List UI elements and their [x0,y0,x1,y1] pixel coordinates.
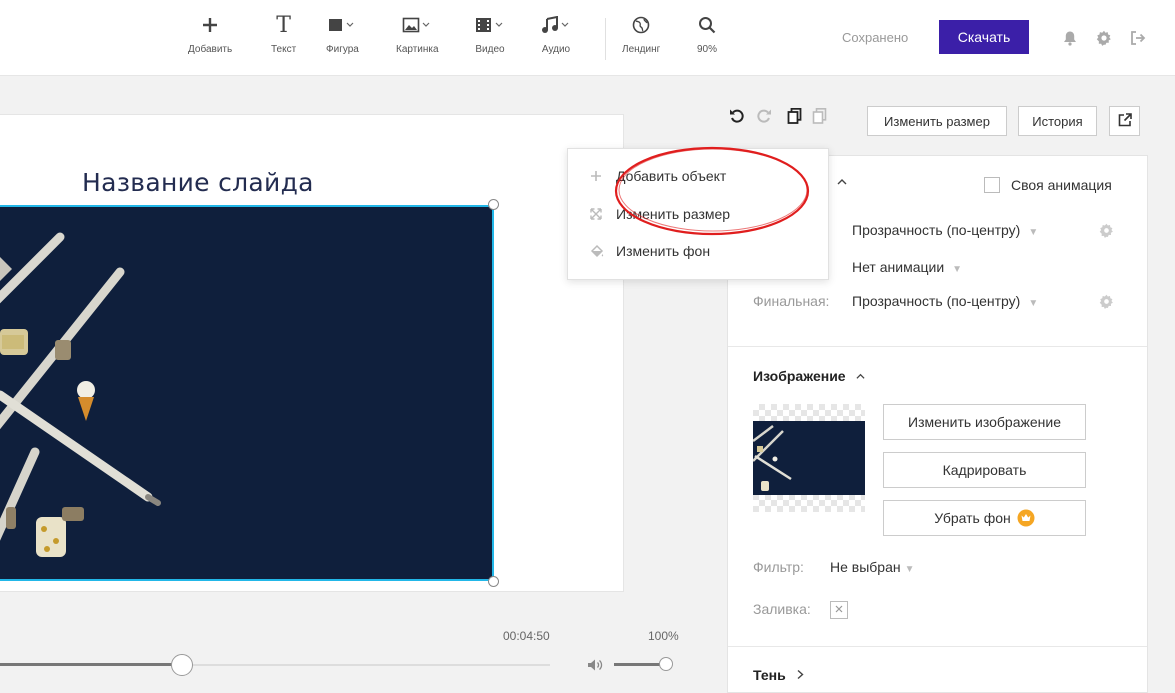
context-change-background-label: Изменить фон [616,243,711,259]
custom-animation-label: Своя анимация [1011,177,1112,193]
close-icon [834,603,844,617]
shadow-section-title: Тень [753,667,786,683]
open-external-button[interactable] [1109,106,1140,136]
volume-icon[interactable] [587,658,603,677]
fill-color-swatch[interactable] [830,601,848,619]
text-tool-label: Текст [271,44,297,55]
context-add-object-label: Добавить объект [616,168,727,184]
caret-down-icon: ▼ [904,564,915,575]
custom-animation-checkbox[interactable] [984,177,1000,193]
top-toolbar: Добавить T Текст Фигура Картинка Видео А… [0,0,1175,76]
chevron-up-icon[interactable] [836,176,848,190]
landing-tool-label: Лендинг [622,44,661,55]
remove-background-button[interactable]: Убрать фон [883,500,1086,536]
filter-select[interactable]: Не выбран ▼ [830,559,915,575]
caret-down-icon: ▼ [1028,298,1039,309]
video-tool-button[interactable]: Видео [475,12,505,55]
resize-icon [590,208,616,220]
volume-percent: 100% [648,629,679,643]
image-section-title: Изображение [753,368,846,384]
entrance-animation-select[interactable]: Прозрачность (по-центру) ▼ [852,222,1038,238]
resize-handle-top-right[interactable] [488,199,499,210]
filter-label: Фильтр: [753,559,804,575]
entrance-settings-icon[interactable] [1099,223,1114,243]
chevron-right-icon [796,667,805,683]
final-animation-label: Финальная: [753,293,830,309]
redo-icon[interactable] [756,108,772,129]
plus-icon [201,12,219,38]
slide-image[interactable] [0,205,494,581]
video-tool-label: Видео [475,44,505,55]
final-settings-icon[interactable] [1099,294,1114,314]
resize-button[interactable]: Изменить размер [867,106,1007,136]
paste-icon[interactable] [812,108,828,129]
middle-animation-value: Нет анимации [852,259,945,275]
premium-crown-icon [1017,509,1035,527]
resize-handle-bottom-right[interactable] [488,576,499,587]
text-icon: T [276,12,291,38]
video-icon [475,12,505,38]
context-add-object[interactable]: Добавить объект [568,158,828,194]
plus-icon [590,170,616,182]
entrance-animation-value: Прозрачность (по-центру) [852,222,1021,238]
external-link-icon [1118,112,1132,130]
final-animation-select[interactable]: Прозрачность (по-центру) ▼ [852,293,1038,309]
caret-down-icon: ▼ [1028,227,1039,238]
globe-icon [632,12,650,38]
context-resize[interactable]: Изменить размер [568,196,828,232]
crop-button[interactable]: Кадрировать [883,452,1086,488]
text-tool-button[interactable]: T Текст [271,12,297,56]
image-tool-label: Картинка [396,44,439,55]
section-divider [728,346,1147,347]
zoom-tool-button[interactable]: 90% [697,12,717,55]
context-change-background[interactable]: Изменить фон [568,233,828,269]
change-image-button[interactable]: Изменить изображение [883,404,1086,440]
saved-status: Сохранено [842,30,909,45]
download-button[interactable]: Скачать [939,20,1029,54]
audio-icon [541,12,571,38]
image-thumbnail [753,404,865,512]
zoom-icon [698,12,716,38]
image-section-heading[interactable]: Изображение [753,368,866,384]
shape-icon [328,12,356,38]
gear-icon[interactable] [1096,30,1112,51]
copy-icon[interactable] [787,107,803,129]
paint-bucket-icon [590,244,616,258]
current-time: 00:04:50 [503,629,550,643]
undo-icon[interactable] [729,108,745,129]
logout-icon[interactable] [1130,30,1146,51]
filter-value: Не выбран [830,559,901,575]
landing-tool-button[interactable]: Лендинг [622,12,660,55]
flatlay-photo [0,207,492,579]
history-button[interactable]: История [1018,106,1097,136]
zoom-level-label: 90% [697,44,718,55]
progress-scrubber[interactable] [170,654,193,676]
fill-label: Заливка: [753,601,811,617]
image-icon [402,12,432,38]
shape-tool-label: Фигура [326,44,359,55]
audio-tool-label: Аудио [541,44,571,55]
caret-down-icon: ▼ [952,264,963,275]
audio-tool-button[interactable]: Аудио [541,12,571,55]
shape-tool-button[interactable]: Фигура [326,12,359,55]
image-tool-button[interactable]: Картинка [396,12,439,55]
slide-title[interactable]: Название слайда [82,168,314,197]
context-resize-label: Изменить размер [616,206,731,222]
section-divider [728,646,1147,647]
remove-background-label: Убрать фон [934,510,1011,526]
shadow-section-heading[interactable]: Тень [753,667,805,683]
progress-fill [0,663,182,666]
toolbar-divider [605,18,606,60]
middle-animation-select[interactable]: Нет анимации ▼ [852,259,962,275]
bell-icon[interactable] [1062,30,1078,51]
chevron-up-icon [855,368,866,384]
thumbnail-photo [753,421,865,495]
volume-knob[interactable] [659,657,673,671]
final-animation-value: Прозрачность (по-центру) [852,293,1021,309]
context-menu: Добавить объект Изменить размер Изменить… [567,148,829,280]
add-tool-button[interactable]: Добавить [188,12,232,55]
add-tool-label: Добавить [188,44,233,55]
